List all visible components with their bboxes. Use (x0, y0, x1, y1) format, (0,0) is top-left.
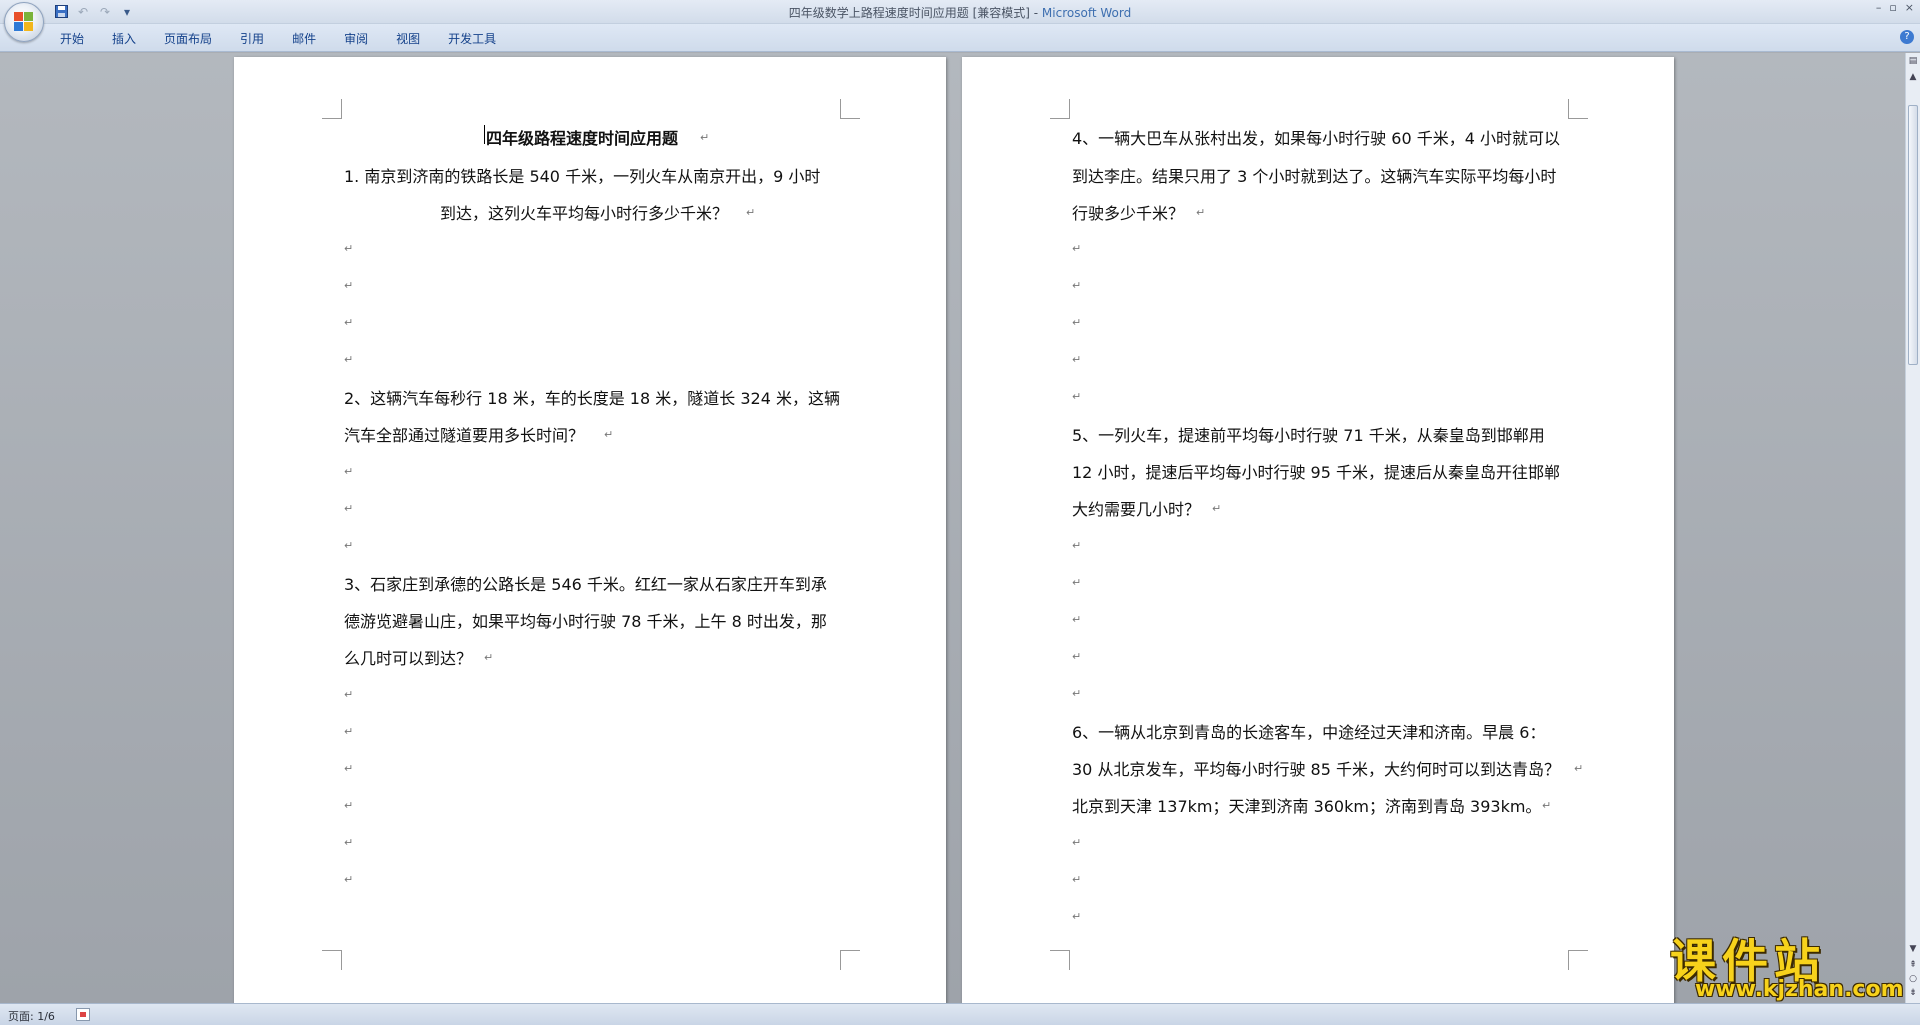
paragraph-mark: ↵ (344, 539, 354, 552)
paragraph-mark: ↵ (1072, 390, 1082, 403)
paragraph-mark: ↵ (344, 279, 354, 292)
scroll-down-icon[interactable]: ▼ (1907, 943, 1919, 955)
page-right[interactable]: 4、一辆大巴车从张村出发，如果每小时行驶 60 千米，4 小时就可以 到达李庄。… (962, 57, 1674, 1003)
question-1-line-2: 到达，这列火车平均每小时行多少千米？ (440, 204, 729, 223)
paragraph-mark: ↵ (484, 651, 494, 664)
office-logo-icon (14, 12, 34, 32)
margin-corner-mark (322, 950, 342, 970)
paragraph-mark: ↵ (344, 242, 354, 255)
paragraph-mark: ↵ (344, 353, 354, 366)
margin-corner-mark (840, 950, 860, 970)
question-4-line-1: 4、一辆大巴车从张村出发，如果每小时行驶 60 千米，4 小时就可以 (1072, 129, 1560, 148)
margin-corner-mark (840, 99, 860, 119)
paragraph-mark: ↵ (1072, 279, 1082, 292)
scroll-up-icon[interactable]: ▲ (1907, 71, 1919, 83)
vertical-scrollbar[interactable]: ▤ ▲ ▼ ⇞ ○ ⇟ (1905, 53, 1920, 1003)
question-2-line-1: 2、这辆汽车每秒行 18 米，车的长度是 18 米，隧道长 324 米，这辆 (344, 389, 840, 408)
question-3-line-3: 么几时可以到达？ (344, 649, 473, 668)
paragraph-mark: ↵ (1072, 910, 1082, 923)
margin-corner-mark (1050, 950, 1070, 970)
previous-page-icon[interactable]: ⇞ (1907, 959, 1919, 971)
ruler-toggle-icon[interactable]: ▤ (1907, 55, 1919, 67)
tab-developer[interactable]: 开发工具 (448, 30, 496, 47)
proofing-icon[interactable] (76, 1008, 90, 1021)
question-5-line-2: 12 小时，提速后平均每小时行驶 95 千米，提速后从秦皇岛开往邯郸 (1072, 463, 1560, 482)
minimize-button[interactable]: – (1876, 1, 1882, 14)
question-6-line-1: 6、一辆从北京到青岛的长途客车，中途经过天津和济南。早晨 6： (1072, 723, 1546, 742)
paragraph-mark: ↵ (344, 836, 354, 849)
tab-references[interactable]: 引用 (240, 30, 264, 47)
tab-home[interactable]: 开始 (60, 30, 84, 47)
paragraph-mark: ↵ (604, 428, 614, 441)
paragraph-mark: ↵ (344, 316, 354, 329)
scrollbar-thumb[interactable] (1908, 105, 1918, 365)
question-2-line-2: 汽车全部通过隧道要用多长时间？ (344, 426, 585, 445)
paragraph-mark: ↵ (1072, 353, 1082, 366)
margin-corner-mark (1568, 99, 1588, 119)
status-bar: 页面: 1/6 (0, 1003, 1920, 1025)
window-title: 四年级数学上路程速度时间应用题 [兼容模式] - Microsoft Word (0, 4, 1920, 21)
question-6-line-2: 30 从北京发车，平均每小时行驶 85 千米，大约何时可以到达青岛？ (1072, 760, 1560, 779)
question-3-line-1: 3、石家庄到承德的公路长是 546 千米。红红一家从石家庄开车到承 (344, 575, 827, 594)
paragraph-mark: ↵ (344, 502, 354, 515)
app-name: Microsoft Word (1041, 6, 1132, 20)
window-controls: – ▫ × (1876, 1, 1914, 14)
paragraph-mark: ↵ (746, 206, 756, 219)
office-button[interactable] (4, 2, 44, 42)
tab-page-layout[interactable]: 页面布局 (164, 30, 212, 47)
page-left[interactable]: 四年级路程速度时间应用题 ↵ 1. 南京到济南的铁路长是 540 千米，一列火车… (234, 57, 946, 1003)
paragraph-mark: ↵ (1072, 316, 1082, 329)
help-icon[interactable]: ? (1900, 30, 1914, 44)
tab-view[interactable]: 视图 (396, 30, 420, 47)
page-count-indicator[interactable]: 页面: 1/6 (8, 1008, 55, 1024)
question-4-line-2: 到达李庄。结果只用了 3 个小时就到达了。这辆汽车实际平均每小时 (1072, 167, 1557, 186)
watermark-logo: 课件站 www.kjzhan.com (1665, 925, 1905, 1003)
paragraph-mark: ↵ (344, 725, 354, 738)
paragraph-mark: ↵ (1212, 502, 1222, 515)
document-workspace[interactable]: 四年级路程速度时间应用题 ↵ 1. 南京到济南的铁路长是 540 千米，一列火车… (0, 53, 1905, 1003)
document-name: 四年级数学上路程速度时间应用题 [兼容模式] - (788, 6, 1042, 20)
close-button[interactable]: × (1905, 1, 1914, 14)
question-3-line-2: 德游览避暑山庄，如果平均每小时行驶 78 千米，上午 8 时出发，那 (344, 612, 827, 631)
paragraph-mark: ↵ (344, 762, 354, 775)
paragraph-mark: ↵ (1072, 687, 1082, 700)
paragraph-mark: ↵ (1072, 650, 1082, 663)
question-6-line-3: 北京到天津 137km；天津到济南 360km；济南到青岛 393km。 (1072, 797, 1542, 816)
title-bar: ↶ ↷ ▾ 四年级数学上路程速度时间应用题 [兼容模式] - Microsoft… (0, 0, 1920, 24)
text-cursor (484, 125, 485, 144)
paragraph-mark: ↵ (344, 465, 354, 478)
paragraph-mark: ↵ (1072, 242, 1082, 255)
paragraph-mark: ↵ (1072, 613, 1082, 626)
paragraph-mark: ↵ (700, 131, 710, 144)
paragraph-mark: ↵ (1542, 799, 1552, 812)
margin-corner-mark (1050, 99, 1070, 119)
ribbon: 开始 插入 页面布局 引用 邮件 审阅 视图 开发工具 ? (0, 24, 1920, 52)
paragraph-mark: ↵ (1072, 836, 1082, 849)
question-1-line-1: 1. 南京到济南的铁路长是 540 千米，一列火车从南京开出，9 小时 (344, 167, 821, 186)
paragraph-mark: ↵ (1072, 539, 1082, 552)
tab-mailings[interactable]: 邮件 (292, 30, 316, 47)
paragraph-mark: ↵ (1072, 576, 1082, 589)
maximize-button[interactable]: ▫ (1889, 1, 1896, 14)
ribbon-tabs: 开始 插入 页面布局 引用 邮件 审阅 视图 开发工具 (60, 30, 524, 47)
browse-object-icon[interactable]: ○ (1907, 973, 1919, 985)
tab-review[interactable]: 审阅 (344, 30, 368, 47)
page-title: 四年级路程速度时间应用题 (486, 129, 679, 148)
paragraph-mark: ↵ (344, 873, 354, 886)
question-5-line-3: 大约需要几小时？ (1072, 500, 1201, 519)
margin-corner-mark (322, 99, 342, 119)
paragraph-mark: ↵ (344, 688, 354, 701)
paragraph-mark: ↵ (1072, 873, 1082, 886)
paragraph-mark: ↵ (344, 799, 354, 812)
paragraph-mark: ↵ (1196, 206, 1206, 219)
question-5-line-1: 5、一列火车，提速前平均每小时行驶 71 千米，从秦皇岛到邯郸用 (1072, 426, 1545, 445)
margin-corner-mark (1568, 950, 1588, 970)
question-4-line-3: 行驶多少千米？ (1072, 204, 1185, 223)
next-page-icon[interactable]: ⇟ (1907, 987, 1919, 999)
watermark-url: www.kjzhan.com (1695, 977, 1904, 1002)
tab-insert[interactable]: 插入 (112, 30, 136, 47)
paragraph-mark: ↵ (1574, 762, 1584, 775)
